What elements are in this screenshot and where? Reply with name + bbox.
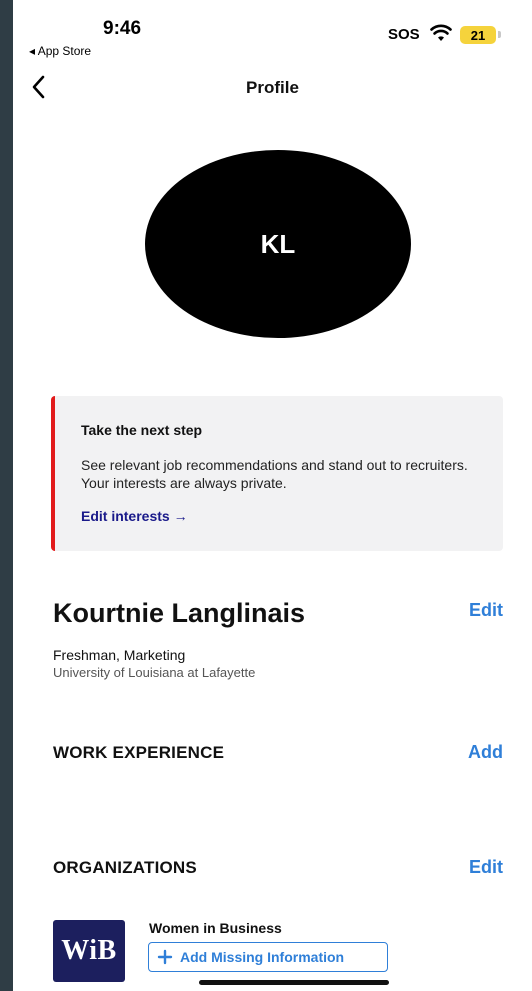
organization-logo-text: WiB bbox=[61, 935, 117, 966]
callout-title: Take the next step bbox=[81, 422, 203, 438]
avatar-initials: KL bbox=[260, 228, 296, 259]
plus-icon bbox=[157, 949, 173, 965]
page-title: Profile bbox=[246, 78, 299, 97]
edit-interests-link[interactable]: Edit interests → bbox=[81, 508, 503, 524]
organization-logo[interactable]: WiB bbox=[53, 920, 125, 982]
home-indicator[interactable] bbox=[199, 980, 389, 985]
profile-name: Kourtnie Langlinais bbox=[53, 598, 306, 628]
profile-screen: 9:46 ◂ App Store SOS 21 Profile KL Take … bbox=[13, 0, 532, 991]
work-experience-heading: WORK EXPERIENCE bbox=[53, 743, 225, 762]
avatar[interactable]: KL bbox=[145, 150, 411, 338]
school-name: University of Louisiana at Lafayette bbox=[53, 665, 256, 680]
add-missing-information-label: Add Missing Information bbox=[180, 949, 345, 965]
battery-level: 21 bbox=[460, 26, 496, 44]
organizations-heading: ORGANIZATIONS bbox=[53, 858, 197, 877]
edit-organizations-button[interactable]: Edit bbox=[469, 857, 503, 878]
status-time: 9:46 bbox=[103, 18, 142, 39]
sos-indicator: SOS bbox=[388, 26, 420, 43]
battery-tip bbox=[498, 31, 501, 38]
add-missing-information-button[interactable]: Add Missing Information bbox=[148, 942, 388, 972]
class-major: Freshman, Marketing bbox=[53, 647, 186, 663]
add-work-experience-button[interactable]: Add bbox=[468, 742, 503, 763]
callout-body: See relevant job recommendations and sta… bbox=[81, 457, 468, 491]
next-step-callout: Take the next step See relevant job reco… bbox=[51, 396, 503, 551]
back-to-app-store[interactable]: ◂ App Store bbox=[29, 44, 91, 58]
wifi-icon bbox=[430, 24, 452, 41]
organization-name[interactable]: Women in Business bbox=[149, 920, 282, 936]
edit-profile-button[interactable]: Edit bbox=[469, 600, 503, 621]
